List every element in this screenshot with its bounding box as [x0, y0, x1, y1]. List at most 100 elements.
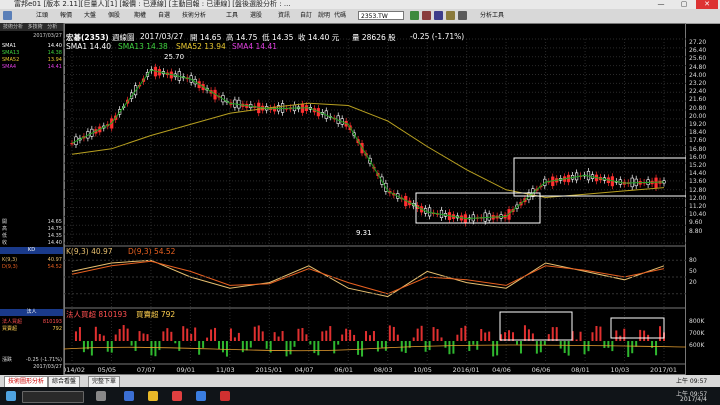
- analysis-tools-button[interactable]: 分析工具: [480, 11, 504, 21]
- edge-icon[interactable]: [124, 391, 134, 401]
- toolbar-item-10[interactable]: 資訊: [278, 11, 290, 21]
- row-key: K(9,3): [2, 257, 18, 263]
- date-tick: 2014/02: [64, 366, 85, 374]
- date-tick: 10/03: [611, 366, 630, 374]
- volume-bar: [261, 331, 264, 341]
- volume-bar: [587, 341, 590, 352]
- vol-panel-title: 法人: [0, 309, 63, 316]
- tab-tech[interactable]: 技術分析: [3, 24, 23, 30]
- toolbar-item-1[interactable]: 報價: [60, 11, 72, 21]
- left-row-bottom_rows: 2017/03/27: [2, 364, 62, 370]
- stock-code-input[interactable]: 2353.TW: [358, 11, 404, 20]
- volume-bar: [603, 341, 606, 348]
- volume-bar: [325, 330, 328, 341]
- volume-bar: [166, 328, 169, 341]
- volume-bar: [480, 329, 483, 341]
- date-tick: 05/05: [97, 366, 116, 374]
- volume-bar: [114, 334, 117, 341]
- print-icon[interactable]: [458, 11, 467, 20]
- volume-bar: [400, 341, 403, 352]
- toolbar-item-7[interactable]: 工具: [226, 11, 238, 21]
- vol-tick: 700K: [689, 330, 705, 337]
- left-row-rows_ohlc: 開 14.65: [2, 219, 62, 225]
- volume-bar: [396, 334, 399, 341]
- search-box[interactable]: [22, 391, 84, 403]
- search-icon[interactable]: [410, 11, 419, 20]
- chart-date: 2017/03/27: [140, 32, 184, 41]
- vol-tick: 600K: [689, 342, 705, 349]
- toolbar-item-8[interactable]: 選股: [250, 11, 262, 21]
- left-row-kd_rows: D(9,3) 54.52: [2, 264, 62, 270]
- volume-bar: [249, 341, 252, 348]
- sma52-line: [71, 102, 665, 199]
- start-icon[interactable]: [6, 391, 16, 401]
- volume-bar: [202, 341, 205, 348]
- date-tick: 09/01: [176, 366, 195, 374]
- volume-bar: [265, 341, 268, 349]
- price-tick: 13.60: [689, 178, 707, 186]
- task-view-icon[interactable]: [96, 391, 106, 401]
- volume-bar: [194, 327, 197, 341]
- price-tick: 18.40: [689, 129, 707, 137]
- date-tick: 10/05: [413, 366, 432, 374]
- price-chart[interactable]: 2014/02 05/05 07/07 09/01 11/03 2015/01 04/07 0…: [64, 23, 686, 375]
- ie-icon[interactable]: [196, 391, 206, 401]
- volume-bar: [563, 341, 566, 354]
- volume-bar: [341, 334, 344, 341]
- volume-bar: [380, 341, 383, 348]
- left-row-vol_rows: 法人買超 810193: [2, 319, 62, 325]
- volume-bar: [329, 326, 332, 341]
- refresh-icon[interactable]: [422, 11, 431, 20]
- row-value: -0.25 (-1.71%): [25, 357, 62, 363]
- price-tick: 16.80: [689, 145, 707, 153]
- candle-body: [654, 177, 658, 188]
- row-value: 14.41: [47, 64, 62, 70]
- candle-body: [70, 142, 74, 145]
- volume-bar: [277, 336, 280, 341]
- volume-bar: [241, 341, 244, 353]
- high-annotation: 25.70: [164, 53, 185, 61]
- explorer-icon[interactable]: [148, 391, 158, 401]
- left-row-rows_top: SMA1 14.40: [2, 43, 62, 49]
- price-tick: 20.00: [689, 112, 707, 120]
- volume-bar: [357, 341, 360, 355]
- minimize-button[interactable]: —: [650, 0, 672, 9]
- close-button[interactable]: ✕: [696, 0, 718, 9]
- config-icon[interactable]: [434, 11, 443, 20]
- price-change: -0.25 (-1.71%): [410, 32, 465, 41]
- volume-bar: [337, 341, 340, 345]
- toolbar-item-6[interactable]: 技術分析: [182, 11, 206, 21]
- export-icon[interactable]: [446, 11, 455, 20]
- volume-bar: [492, 341, 495, 357]
- clock-date: 2017/4/4: [680, 396, 707, 403]
- maximize-button[interactable]: ▢: [673, 0, 695, 9]
- code-label: 代碼: [334, 12, 347, 19]
- volume-bar: [150, 341, 153, 356]
- row-value: 14.38: [47, 50, 62, 56]
- row-key: 買賣超: [2, 326, 18, 332]
- toolbar-item-4[interactable]: 期權: [134, 11, 146, 21]
- price-tick: 23.20: [689, 80, 707, 87]
- volume-bar: [365, 331, 368, 341]
- chrome-icon[interactable]: [172, 391, 182, 401]
- volume-bar: [293, 341, 296, 347]
- volume-bar: [245, 341, 248, 351]
- toolbar-item-0[interactable]: 江頭: [36, 11, 48, 21]
- toolbar-item-5[interactable]: 自選: [158, 11, 170, 21]
- price-tick: 17.60: [689, 137, 707, 145]
- toolbar-item-2[interactable]: 大盤: [84, 11, 96, 21]
- volume-bar: [237, 332, 240, 341]
- tab-analysis[interactable]: 分析: [47, 24, 57, 30]
- row-value: 14.75: [47, 226, 62, 232]
- price-tick: 15.20: [689, 162, 707, 169]
- toolbar-item-3[interactable]: 個股: [108, 11, 120, 21]
- fubon-app-icon[interactable]: [220, 391, 230, 401]
- toolbar-item-11[interactable]: 自訂: [300, 11, 312, 21]
- volume-bar: [551, 327, 554, 341]
- tab-multi[interactable]: 多技術: [28, 24, 43, 30]
- volume-bar: [214, 327, 217, 341]
- left-row-rows_top: SMA13 14.38: [2, 50, 62, 56]
- volume-bar: [257, 325, 260, 341]
- volume-bar: [384, 341, 387, 351]
- toolbar-item-12[interactable]: 說明: [318, 11, 330, 21]
